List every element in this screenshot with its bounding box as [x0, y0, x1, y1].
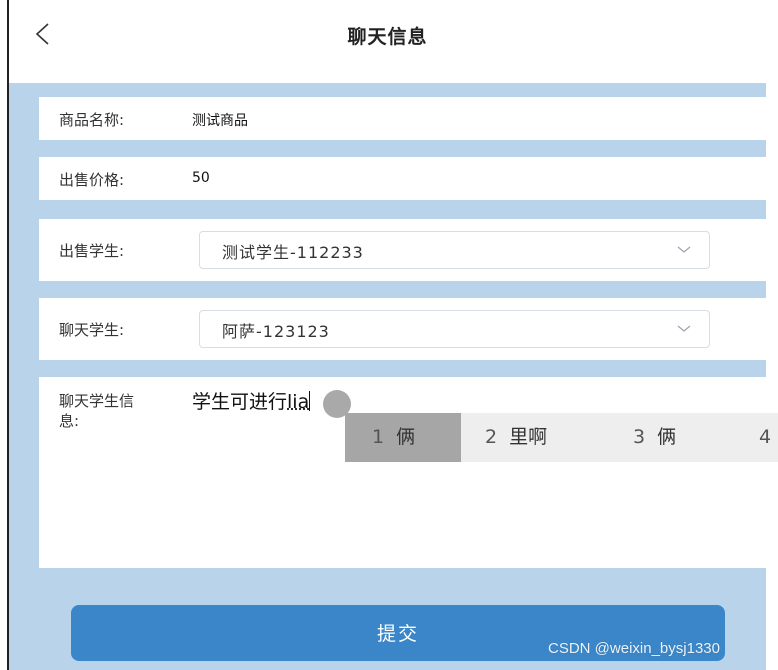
sale-price-label: 出售价格:	[59, 171, 125, 189]
chat-student-label: 聊天学生:	[59, 321, 125, 339]
chat-student-select[interactable]: 阿萨-123123	[199, 310, 710, 348]
page-title: 聊天信息	[347, 26, 428, 48]
header-bar: 聊天信息	[9, 10, 766, 60]
sale-price-row: 出售价格: 50	[39, 157, 766, 200]
ime-candidate[interactable]: 3俩	[633, 413, 676, 462]
message-committed-text: 学生可进行	[192, 391, 288, 413]
seller-select-value: 测试学生-112233	[222, 243, 364, 262]
message-row[interactable]: 聊天学生信息: 学生可进行lia	[39, 377, 766, 568]
chat-student-select-value: 阿萨-123123	[222, 322, 330, 341]
csdn-watermark: CSDN @weixin_bysj1330	[548, 640, 720, 657]
chat-student-row: 聊天学生: 阿萨-123123	[39, 298, 766, 360]
ime-candidate[interactable]: 4	[759, 413, 778, 462]
ime-candidate[interactable]: 1俩	[345, 413, 461, 462]
chevron-down-icon	[677, 325, 691, 332]
chat-info-screen: 聊天信息 商品名称: 测试商品 出售价格: 50 出售学生: 测试学生-1122…	[0, 0, 778, 670]
seller-label: 出售学生:	[59, 242, 125, 260]
message-composing-text: lia	[287, 391, 310, 413]
ime-candidate-bar: 1俩 2 里啊 3俩 4	[345, 413, 778, 462]
product-name-row: 商品名称: 测试商品	[39, 97, 766, 140]
text-caret	[309, 391, 311, 411]
product-name-value[interactable]: 测试商品	[192, 110, 248, 130]
sale-price-value[interactable]: 50	[192, 170, 210, 186]
message-label: 聊天学生信息:	[59, 392, 135, 430]
ime-candidate[interactable]: 2 里啊	[485, 413, 547, 462]
chevron-down-icon	[677, 246, 691, 253]
product-name-label: 商品名称:	[59, 111, 125, 129]
form-area: 商品名称: 测试商品 出售价格: 50 出售学生: 测试学生-112233 聊天…	[9, 83, 766, 670]
seller-select[interactable]: 测试学生-112233	[199, 231, 710, 269]
seller-row: 出售学生: 测试学生-112233	[39, 219, 766, 281]
message-textarea[interactable]: 学生可进行lia	[192, 387, 311, 414]
